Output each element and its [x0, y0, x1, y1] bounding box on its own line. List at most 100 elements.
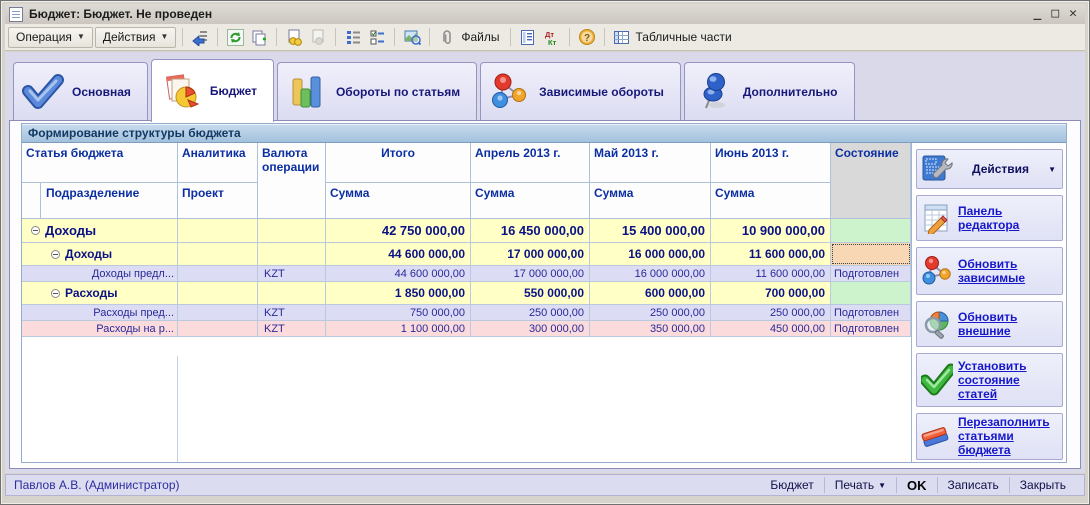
copy-add-icon[interactable]: [248, 26, 270, 48]
post-document-icon[interactable]: [189, 26, 211, 48]
tab-budget[interactable]: Бюджет: [151, 59, 274, 122]
total-cell[interactable]: 750 000,00: [326, 305, 471, 320]
table-row[interactable]: Расходы пред... KZT 750 000,00 250 000,0…: [22, 305, 911, 321]
analytics-cell[interactable]: [178, 282, 258, 304]
dt-kt-icon[interactable]: ДтКт: [541, 26, 563, 48]
budget-button[interactable]: Бюджет: [760, 477, 823, 493]
april-cell[interactable]: 17 000 000,00: [471, 266, 590, 281]
june-cell[interactable]: 450 000,00: [711, 321, 831, 336]
checkbox-list-icon[interactable]: [366, 26, 388, 48]
tab-oboroty-po-statyam[interactable]: Обороты по статьям: [277, 62, 477, 120]
tab-dopolnitelno[interactable]: Дополнительно: [684, 62, 855, 120]
may-cell[interactable]: 16 000 000,00: [590, 243, 711, 265]
structure-view-icon[interactable]: [401, 26, 423, 48]
title-bar[interactable]: Бюджет: Бюджет. Не проведен _ □ ✕: [5, 4, 1085, 24]
maximize-button[interactable]: □: [1051, 7, 1059, 21]
currency-cell[interactable]: KZT: [258, 321, 326, 336]
refill-articles-button[interactable]: Перезаполнить статьями бюджета: [916, 413, 1063, 460]
total-cell[interactable]: 1 100 000,00: [326, 321, 471, 336]
currency-cell[interactable]: KZT: [258, 266, 326, 281]
set-article-state-label: Установить состояние статей: [958, 359, 1058, 401]
ok-button[interactable]: OK: [896, 477, 937, 493]
tab-label: Зависимые обороты: [539, 85, 664, 99]
actions-dropdown-button[interactable]: Действия ▼: [916, 149, 1063, 189]
files-button[interactable]: Файлы: [460, 30, 503, 44]
actions-menu-button[interactable]: Действия ▼: [95, 27, 177, 48]
currency-cell[interactable]: [258, 219, 326, 242]
document-register-icon[interactable]: [517, 26, 539, 48]
tab-osnovnaya[interactable]: Основная: [13, 62, 148, 120]
may-cell[interactable]: 16 000 000,00: [590, 266, 711, 281]
refresh-icon[interactable]: [224, 26, 246, 48]
currency-cell[interactable]: [258, 282, 326, 304]
collapse-icon[interactable]: [51, 289, 60, 298]
june-cell[interactable]: 700 000,00: [711, 282, 831, 304]
list-settings-icon[interactable]: [342, 26, 364, 48]
chevron-down-icon: ▼: [878, 481, 886, 490]
state-cell[interactable]: [831, 282, 911, 304]
tab-label: Обороты по статьям: [336, 85, 460, 99]
april-cell[interactable]: 17 000 000,00: [471, 243, 590, 265]
article-label[interactable]: Расходы пред...: [22, 305, 178, 320]
analytics-cell[interactable]: [178, 321, 258, 336]
close-form-button[interactable]: Закрыть: [1009, 477, 1076, 493]
state-cell[interactable]: [831, 219, 911, 242]
editor-panel-button[interactable]: Панель редактора: [916, 195, 1063, 241]
collapse-icon[interactable]: [51, 250, 60, 259]
table-row[interactable]: Доходы предл... KZT 44 600 000,00 17 000…: [22, 266, 911, 282]
table-empty-area[interactable]: [22, 356, 911, 462]
may-cell[interactable]: 15 400 000,00: [590, 219, 711, 242]
april-cell[interactable]: 550 000,00: [471, 282, 590, 304]
state-cell[interactable]: Подготовлен: [831, 321, 911, 336]
state-cell-selected[interactable]: [831, 243, 911, 265]
tab-zavisimye-oboroty[interactable]: Зависимые обороты: [480, 62, 681, 120]
minimize-button[interactable]: _: [1034, 7, 1042, 21]
april-cell[interactable]: 16 450 000,00: [471, 219, 590, 242]
state-cell[interactable]: Подготовлен: [831, 305, 911, 320]
tabular-parts-button[interactable]: Табличные части: [635, 30, 736, 44]
green-checkmark-icon: [921, 364, 953, 396]
tab-page-budget: Формирование структуры бюджета Статья бю…: [9, 120, 1081, 469]
analytics-cell[interactable]: [178, 243, 258, 265]
post-with-movements-icon[interactable]: [283, 26, 305, 48]
save-button[interactable]: Записать: [937, 477, 1009, 493]
table-row[interactable]: Доходы 42 750 000,00 16 450 000,00 15 40…: [22, 219, 911, 243]
table-row[interactable]: Расходы 1 850 000,00 550 000,00 600 000,…: [22, 282, 911, 305]
operation-menu-button[interactable]: Операция ▼: [8, 27, 93, 48]
refresh-dependent-button[interactable]: Обновить зависимые: [916, 247, 1063, 295]
april-cell[interactable]: 300 000,00: [471, 321, 590, 336]
table-row[interactable]: Расходы на р... KZT 1 100 000,00 300 000…: [22, 321, 911, 337]
paperclip-icon[interactable]: [436, 26, 458, 48]
analytics-cell[interactable]: [178, 305, 258, 320]
analytics-cell[interactable]: [178, 266, 258, 281]
analytics-cell[interactable]: [178, 219, 258, 242]
june-cell[interactable]: 250 000,00: [711, 305, 831, 320]
tabular-parts-icon[interactable]: [611, 26, 633, 48]
currency-cell[interactable]: [258, 243, 326, 265]
article-label[interactable]: Доходы предл...: [22, 266, 178, 281]
may-cell[interactable]: 350 000,00: [590, 321, 711, 336]
april-cell[interactable]: 250 000,00: [471, 305, 590, 320]
article-label[interactable]: Расходы на р...: [22, 321, 178, 336]
total-cell[interactable]: 44 600 000,00: [326, 266, 471, 281]
june-cell[interactable]: 11 600 000,00: [711, 266, 831, 281]
article-label: Расходы: [65, 286, 117, 300]
total-cell[interactable]: 1 850 000,00: [326, 282, 471, 304]
may-cell[interactable]: 600 000,00: [590, 282, 711, 304]
help-icon[interactable]: ?: [576, 26, 598, 48]
total-cell[interactable]: 42 750 000,00: [326, 219, 471, 242]
state-cell[interactable]: Подготовлен: [831, 266, 911, 281]
refresh-external-button[interactable]: Обновить внешние: [916, 301, 1063, 348]
set-article-state-button[interactable]: Установить состояние статей: [916, 353, 1063, 407]
june-cell[interactable]: 10 900 000,00: [711, 219, 831, 242]
june-cell[interactable]: 11 600 000,00: [711, 243, 831, 265]
print-dropdown-button[interactable]: Печать ▼: [824, 477, 896, 493]
collapse-icon[interactable]: [31, 226, 40, 235]
close-button[interactable]: ✕: [1069, 7, 1077, 21]
chevron-down-icon: ▼: [1048, 165, 1058, 174]
table-row[interactable]: Доходы 44 600 000,00 17 000 000,00 16 00…: [22, 243, 911, 266]
unpost-icon[interactable]: [307, 26, 329, 48]
total-cell[interactable]: 44 600 000,00: [326, 243, 471, 265]
may-cell[interactable]: 250 000,00: [590, 305, 711, 320]
currency-cell[interactable]: KZT: [258, 305, 326, 320]
